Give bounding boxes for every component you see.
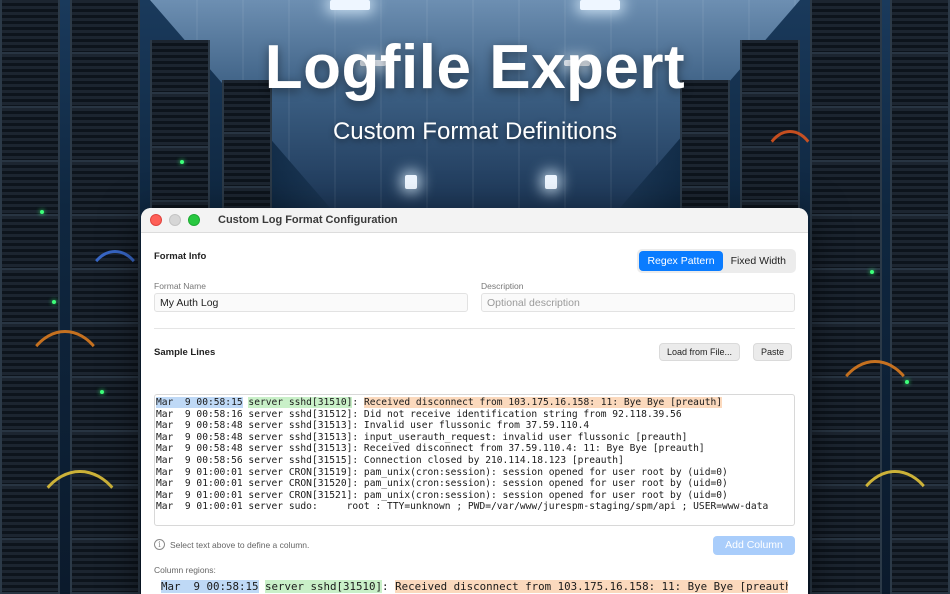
format-name-field[interactable]: My Auth Log [154,293,468,312]
cable [850,470,940,590]
status-led [100,390,104,394]
description-field[interactable]: Optional description [481,293,795,312]
hero-title: Logfile Expert [264,33,686,102]
status-led [40,210,44,214]
sample-lines-textarea[interactable]: Mar 9 00:58:15 server sshd[31510]: Recei… [154,394,795,526]
ceiling-light [405,175,417,189]
selection-hint-text: Select text above to define a column. [170,539,310,550]
minimize-button[interactable] [169,214,181,226]
sample-lines-label: Sample Lines [154,347,216,358]
paste-button[interactable]: Paste [753,343,793,361]
log-line: Mar 9 00:58:48 server sshd[31513]: input… [156,431,688,443]
fixed-width-tab[interactable]: Fixed Width [723,251,794,271]
log-line: Mar 9 01:00:01 server CRON[31521]: pam_u… [156,489,728,501]
status-led [180,160,184,164]
ceiling-light [580,0,620,10]
log-line: Mar 9 00:58:48 server sshd[31513]: Inval… [156,420,590,432]
load-from-file-button[interactable]: Load from File... [659,343,741,361]
column-regions-preview: Mar 9 00:58:15 server sshd[31510]: Recei… [161,580,788,593]
cable [20,330,110,450]
add-column-button[interactable]: Add Column [713,536,795,555]
close-button[interactable] [150,214,162,226]
source-region: server sshd[31510] [248,397,353,408]
ceiling-light [330,0,370,10]
status-led [870,270,874,274]
zoom-button[interactable] [188,214,200,226]
description-label: Description [481,281,524,291]
source-column[interactable]: server sshd[31510] [265,580,383,593]
format-name-label: Format Name [154,281,206,291]
log-line: Mar 9 01:00:01 server sudo: root : TTY=u… [156,501,769,513]
preview-separator: : [382,580,396,593]
info-icon: i [154,539,165,550]
hero-subtitle: Custom Format Definitions [332,118,618,145]
cable [30,470,130,594]
ceiling-light [545,175,557,189]
message-column[interactable]: Received disconnect from 103.175.16.158:… [395,580,788,593]
log-line: Mar 9 00:58:56 server sshd[31515]: Conne… [156,454,624,466]
status-led [52,300,56,304]
log-line-highlighted: Mar 9 00:58:15 server sshd[31510]: Recei… [156,397,793,409]
log-line: Mar 9 00:58:48 server sshd[31513]: Recei… [156,443,705,455]
timestamp-column[interactable]: Mar 9 00:58:15 [161,580,259,593]
window-title: Custom Log Format Configuration [218,214,398,226]
title-bar: Custom Log Format Configuration [141,208,808,233]
column-regions-label: Column regions: [154,565,216,575]
separator: : [352,397,364,408]
regex-pattern-tab[interactable]: Regex Pattern [639,251,723,271]
cable [85,250,145,330]
message-region: Received disconnect from 103.175.16.158:… [363,397,723,408]
timestamp-region: Mar 9 00:58:15 [156,397,243,408]
log-line: Mar 9 00:58:16 server sshd[31512]: Did n… [156,408,682,420]
format-mode-segmented-control: Regex Pattern Fixed Width [637,249,796,273]
section-divider [154,328,795,329]
cable [830,360,920,480]
selection-hint: i Select text above to define a column. [154,539,309,550]
status-led [905,380,909,384]
log-line: Mar 9 01:00:01 server CRON[31519]: pam_u… [156,466,728,478]
log-line: Mar 9 01:00:01 server CRON[31520]: pam_u… [156,478,728,490]
format-config-window: Custom Log Format Configuration Format I… [141,208,808,594]
window-content: Format Info Regex Pattern Fixed Width Fo… [141,233,808,594]
format-info-label: Format Info [154,251,207,262]
